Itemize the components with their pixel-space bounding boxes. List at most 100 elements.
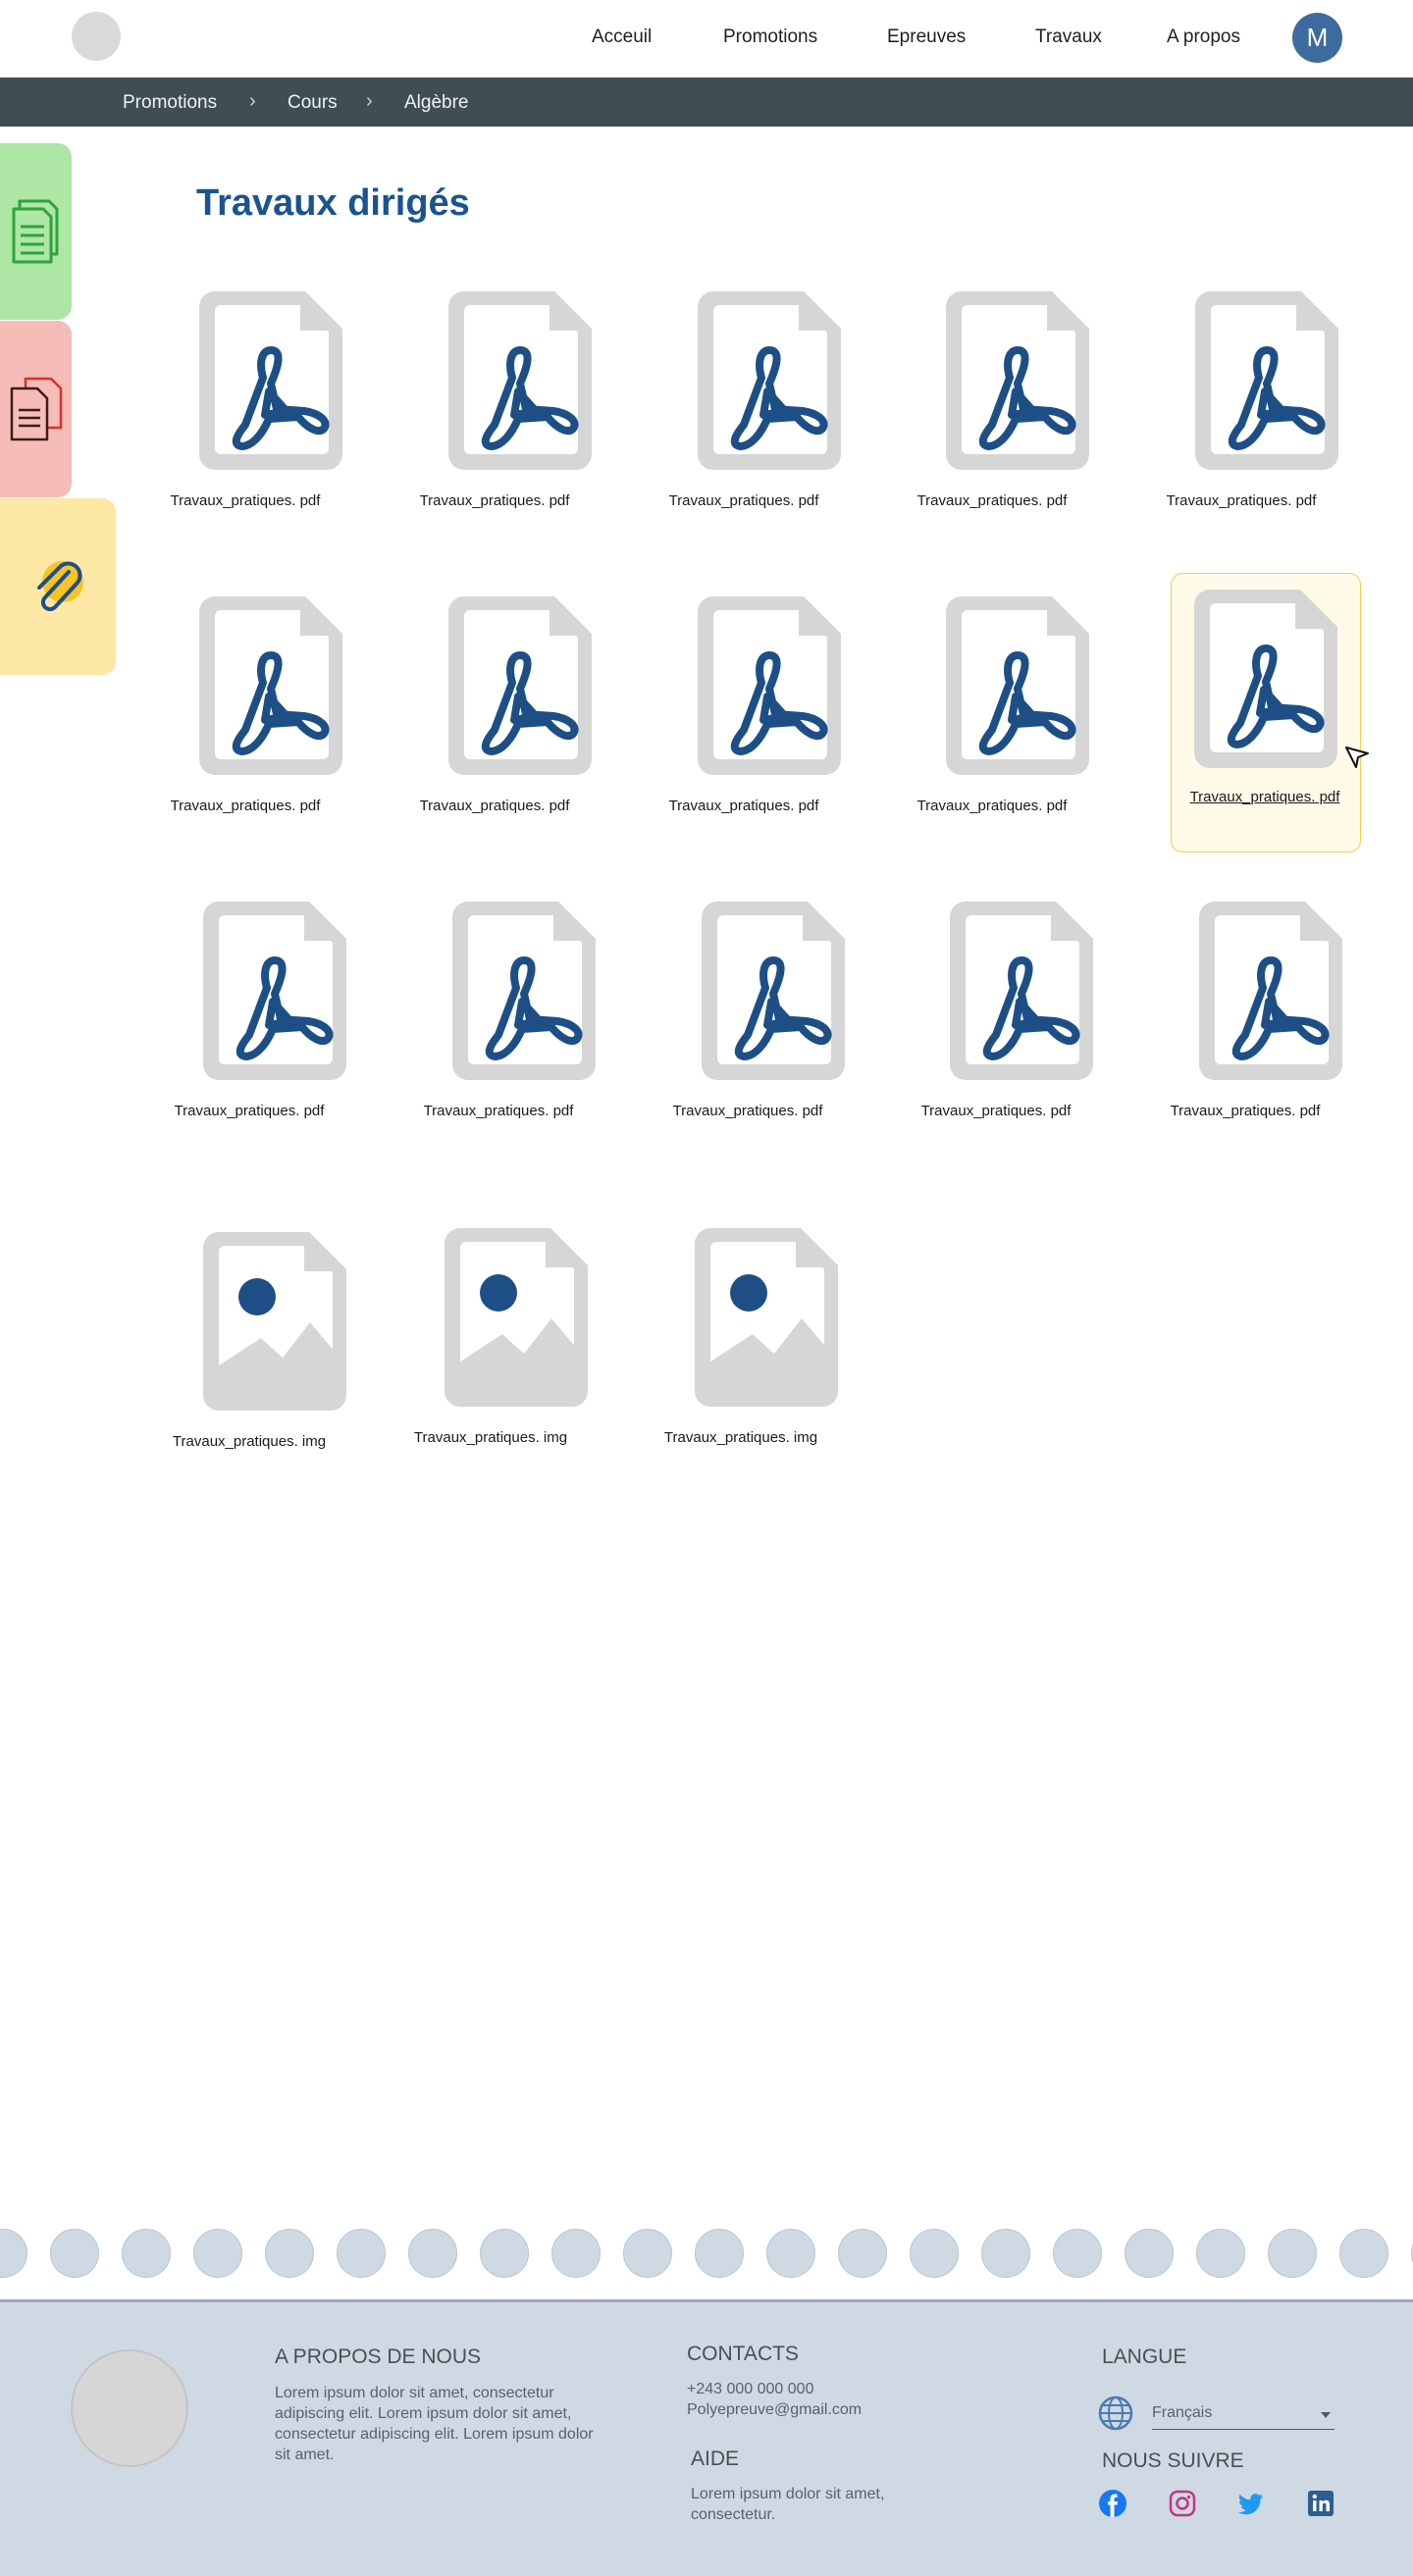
side-tab-attachments[interactable] (0, 498, 116, 675)
footer: A PROPOS DE NOUS Lorem ipsum dolor sit a… (0, 2299, 1413, 2576)
breadcrumb: Promotions › Cours › Algèbre (0, 77, 1413, 127)
image-file-icon (203, 1232, 346, 1411)
language-select[interactable]: Français (1152, 2400, 1334, 2430)
chevron-right-icon: › (366, 90, 373, 112)
footer-bubble (623, 2229, 672, 2278)
file-tile[interactable]: Travaux_pratiques. pdf (1143, 278, 1339, 552)
file-name: Travaux_pratiques. pdf (174, 1103, 325, 1119)
side-tab-documents[interactable] (0, 143, 72, 320)
file-tile[interactable]: Travaux_pratiques. img (643, 1214, 839, 1489)
linkedin-icon[interactable] (1306, 2489, 1335, 2518)
caret-down-icon (1321, 2412, 1331, 2418)
footer-bubble (981, 2229, 1030, 2278)
file-tile[interactable]: Travaux_pratiques. pdf (898, 888, 1094, 1162)
file-name: Travaux_pratiques. pdf (916, 492, 1068, 509)
pdf-file-icon (199, 596, 342, 775)
file-name: Travaux_pratiques. pdf (668, 492, 819, 509)
footer-bubble (193, 2229, 242, 2278)
facebook-icon[interactable] (1098, 2489, 1127, 2518)
nav-link-epreuves[interactable]: Epreuves (887, 26, 966, 48)
footer-bubble (766, 2229, 815, 2278)
file-name: Travaux_pratiques. pdf (672, 1103, 823, 1119)
image-file-icon (695, 1228, 838, 1407)
pdf-file-icon (698, 596, 841, 775)
globe-icon (1098, 2396, 1133, 2431)
footer-bubble (910, 2229, 959, 2278)
pdf-file-icon (448, 596, 592, 775)
file-tile-selected[interactable]: Travaux_pratiques. pdf (1171, 573, 1361, 852)
pdf-file-icon (1195, 291, 1338, 470)
footer-bubble (408, 2229, 457, 2278)
file-tile[interactable]: Travaux_pratiques. pdf (650, 888, 846, 1162)
file-name: Travaux_pratiques. pdf (920, 1103, 1072, 1119)
breadcrumb-algebre[interactable]: Algèbre (404, 92, 469, 114)
file-name: Travaux_pratiques. pdf (916, 798, 1068, 814)
twitter-icon[interactable] (1236, 2489, 1266, 2518)
documents-icon (12, 199, 58, 264)
file-name: Travaux_pratiques. pdf (170, 492, 321, 509)
pdf-file-icon (203, 902, 346, 1080)
footer-help-text: Lorem ipsum dolor sit amet, consectetur. (691, 2486, 885, 2523)
pdf-file-icon (698, 291, 841, 470)
pdf-file-icon (1194, 590, 1337, 768)
nav-link-a-propos[interactable]: A propos (1167, 26, 1240, 48)
page-title: Travaux dirigés (196, 182, 470, 224)
footer-bubble (1339, 2229, 1388, 2278)
instagram-icon[interactable] (1168, 2489, 1197, 2518)
footer-bubble (122, 2229, 171, 2278)
footer-follow-title: NOUS SUIVRE (1102, 2449, 1244, 2472)
file-tile[interactable]: Travaux_pratiques. pdf (1147, 888, 1343, 1162)
file-tile[interactable]: Travaux_pratiques. pdf (646, 278, 842, 552)
file-name: Travaux_pratiques. pdf (419, 798, 570, 814)
breadcrumb-promotions[interactable]: Promotions (123, 92, 217, 114)
footer-help-title: AIDE (691, 2447, 740, 2470)
footer-bubble (1053, 2229, 1102, 2278)
file-tile[interactable]: Travaux_pratiques. pdf (894, 583, 1090, 857)
pdf-file-icon (448, 291, 592, 470)
file-tile[interactable]: Travaux_pratiques. pdf (396, 278, 593, 552)
footer-bubble (838, 2229, 887, 2278)
footer-email[interactable]: Polyepreuve@gmail.com (687, 2399, 862, 2420)
file-tile[interactable]: Travaux_pratiques. img (151, 1218, 347, 1493)
file-name: Travaux_pratiques. pdf (668, 798, 819, 814)
file-tile[interactable]: Travaux_pratiques. pdf (396, 583, 593, 857)
pdf-file-icon (452, 902, 596, 1080)
file-name: Travaux_pratiques. pdf (1170, 1103, 1321, 1119)
pdf-file-icon (950, 902, 1093, 1080)
file-tile[interactable]: Travaux_pratiques. pdf (400, 888, 597, 1162)
chevron-right-icon: › (249, 90, 256, 112)
user-avatar[interactable]: M (1292, 13, 1342, 63)
file-name: Travaux_pratiques. img (663, 1429, 818, 1446)
file-tile[interactable]: Travaux_pratiques. pdf (147, 278, 343, 552)
file-tile[interactable]: Travaux_pratiques. pdf (894, 278, 1090, 552)
breadcrumb-cours[interactable]: Cours (288, 92, 338, 114)
footer-language-title: LANGUE (1102, 2345, 1187, 2368)
file-tile[interactable]: Travaux_pratiques. pdf (151, 888, 347, 1162)
image-file-icon (445, 1228, 588, 1407)
file-name: Travaux_pratiques. pdf (1189, 789, 1340, 805)
language-select-value: Français (1152, 2404, 1213, 2421)
file-tile[interactable]: Travaux_pratiques. pdf (147, 583, 343, 857)
footer-bubble (1125, 2229, 1174, 2278)
nav-link-promotions[interactable]: Promotions (723, 26, 817, 48)
logo[interactable] (72, 12, 121, 61)
file-name: Travaux_pratiques. pdf (170, 798, 321, 814)
footer-bubble (0, 2229, 27, 2278)
footer-bubble (1268, 2229, 1317, 2278)
footer-bubble (551, 2229, 601, 2278)
top-navigation: Acceuil Promotions Epreuves Travaux A pr… (0, 0, 1413, 77)
footer-bubble (1196, 2229, 1245, 2278)
file-tile[interactable]: Travaux_pratiques. img (392, 1214, 589, 1489)
nav-link-travaux[interactable]: Travaux (1035, 26, 1102, 48)
footer-bubble (337, 2229, 386, 2278)
footer-bubble (695, 2229, 744, 2278)
pdf-file-icon (946, 596, 1089, 775)
footer-contacts-title: CONTACTS (687, 2343, 799, 2365)
nav-link-acceuil[interactable]: Acceuil (592, 26, 652, 48)
file-name: Travaux_pratiques. img (172, 1433, 327, 1450)
pdf-file-icon (702, 902, 845, 1080)
file-tile[interactable]: Travaux_pratiques. pdf (646, 583, 842, 857)
footer-phone[interactable]: +243 000 000 000 (687, 2379, 813, 2399)
side-tab-pdf-documents[interactable] (0, 321, 72, 497)
footer-bubble (50, 2229, 99, 2278)
